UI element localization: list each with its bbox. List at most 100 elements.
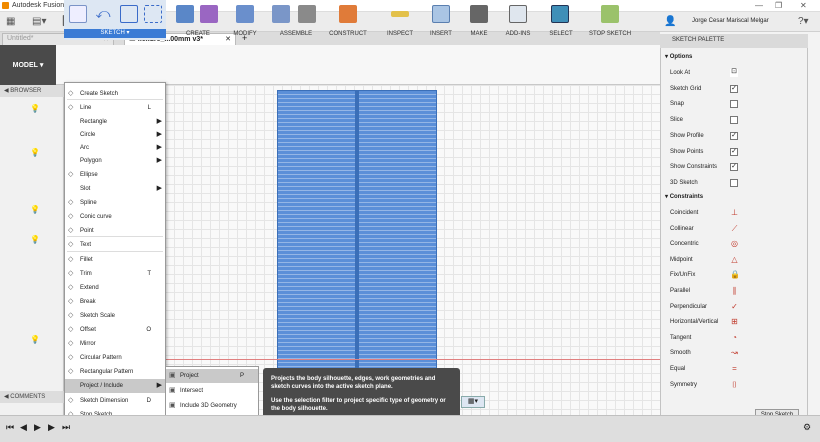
fix-unfix-constraint-icon[interactable]: 🔒: [730, 270, 740, 279]
checkbox[interactable]: ✓: [730, 131, 738, 140]
menu-item-circular-pattern[interactable]: ◇ Circular Pattern: [65, 351, 165, 365]
sketch-palette-header[interactable]: SKETCH PALETTE: [660, 34, 808, 48]
options-section-header[interactable]: ▾ Options: [665, 50, 805, 64]
menu-item-extend[interactable]: ◇ Extend: [65, 281, 165, 295]
parallel-constraint-icon[interactable]: ∥: [730, 286, 739, 295]
smooth-constraint-icon[interactable]: ↝: [730, 348, 739, 357]
submenu-item-project[interactable]: ▣ Project P: [166, 369, 258, 383]
workspace-switcher[interactable]: MODEL ▾: [0, 45, 56, 85]
form-icon[interactable]: [200, 5, 218, 23]
menu-item-circle[interactable]: Circle ▶: [65, 128, 165, 142]
menu-item-arc[interactable]: Arc ▶: [65, 141, 165, 155]
sketch-group[interactable]: ⤺ SKETCH ▾: [64, 0, 166, 40]
play-icon[interactable]: ▶: [34, 422, 41, 433]
step-back-icon[interactable]: ◀: [20, 422, 27, 433]
checkbox[interactable]: ✓: [730, 84, 738, 93]
menu-item-trim[interactable]: ◇ Trim T: [65, 267, 165, 281]
checkbox[interactable]: ✓: [730, 163, 738, 172]
step-forward-icon[interactable]: ▶: [48, 422, 55, 433]
offset-plane-icon[interactable]: [339, 5, 357, 23]
go-to-start-icon[interactable]: ⏮: [6, 422, 14, 433]
menu-item-fillet[interactable]: ◇ Fillet: [65, 253, 165, 267]
help-icon[interactable]: ?▾: [798, 15, 809, 29]
inspect-group[interactable]: INSPECT: [382, 0, 418, 40]
browser-header[interactable]: ◀ BROWSER: [0, 85, 64, 97]
look-at-icon[interactable]: ⊡: [730, 68, 738, 77]
visibility-bulb-icon[interactable]: 💡: [30, 335, 40, 344]
submenu-item-include-3d-geometry[interactable]: ▣ Include 3D Geometry: [166, 399, 258, 413]
scripts-icon[interactable]: [509, 5, 527, 23]
visibility-bulb-icon[interactable]: 💡: [30, 148, 40, 157]
menu-item-rectangle[interactable]: Rectangle ▶: [65, 115, 165, 129]
menu-item-sketch-scale[interactable]: ◇ Sketch Scale: [65, 309, 165, 323]
create-sketch-icon[interactable]: [69, 5, 87, 23]
file-menu-icon[interactable]: ▤▾: [32, 15, 46, 29]
user-icon[interactable]: 👤: [664, 15, 676, 29]
menu-item-ellipse[interactable]: ◇ Ellipse: [65, 168, 165, 182]
checkbox[interactable]: [730, 100, 738, 109]
user-name[interactable]: Jorge Cesar Mariscal Melgar: [692, 18, 769, 24]
rectangle-icon[interactable]: [120, 5, 138, 23]
checkbox[interactable]: [730, 116, 738, 125]
equal-constraint-icon[interactable]: =: [730, 364, 739, 373]
3d-print-icon[interactable]: [470, 5, 488, 23]
close-icon[interactable]: ✕: [800, 1, 807, 10]
menu-item-conic-curve[interactable]: ◇ Conic curve: [65, 210, 165, 224]
box-icon[interactable]: [176, 5, 194, 23]
menu-item-project-include[interactable]: Project / Include ▶: [65, 379, 165, 393]
menu-item-offset[interactable]: ◇ Offset O: [65, 323, 165, 337]
new-component-icon[interactable]: [272, 5, 290, 23]
menu-item-text[interactable]: ◇ Text: [65, 238, 165, 252]
line-icon[interactable]: ⤺: [94, 5, 112, 23]
modify-group[interactable]: MODIFY: [228, 0, 262, 40]
visibility-bulb-icon[interactable]: 💡: [30, 235, 40, 244]
menu-item-mirror[interactable]: ◇ Mirror: [65, 337, 165, 351]
addins-group[interactable]: ADD-INS: [500, 0, 536, 40]
assemble-group[interactable]: ASSEMBLE: [268, 0, 324, 40]
constraints-section-header[interactable]: ▾ Constraints: [665, 190, 805, 204]
sketch-menu-button[interactable]: SKETCH ▾: [64, 29, 166, 38]
comments-header[interactable]: ◀ COMMENTS: [0, 391, 64, 403]
press-pull-icon[interactable]: [236, 5, 254, 23]
maximize-icon[interactable]: ❐: [775, 1, 782, 10]
timeline-settings-icon[interactable]: ⚙: [803, 422, 811, 433]
menu-item-slot[interactable]: Slot ▶: [65, 182, 165, 196]
concentric-constraint-icon[interactable]: ◎: [730, 239, 739, 248]
insert-group[interactable]: INSERT: [426, 0, 456, 40]
joint-icon[interactable]: [298, 5, 316, 23]
menu-item-point[interactable]: ◇ Point: [65, 224, 165, 238]
menu-item-break[interactable]: ◇ Break: [65, 295, 165, 309]
stop-sketch-group[interactable]: STOP SKETCH: [584, 0, 636, 40]
checkbox[interactable]: ✓: [730, 147, 738, 156]
project-icon[interactable]: [144, 5, 162, 23]
coincident-constraint-icon[interactable]: ⊥: [730, 208, 739, 217]
select-icon[interactable]: [551, 5, 569, 23]
make-group[interactable]: MAKE: [464, 0, 494, 40]
menu-item-rectangular-pattern[interactable]: ◇ Rectangular Pattern: [65, 365, 165, 379]
menu-item-spline[interactable]: ◇ Spline: [65, 196, 165, 210]
symmetry-constraint-icon[interactable]: ⌷: [730, 380, 739, 389]
stop-sketch-flag-icon[interactable]: [601, 5, 619, 23]
midpoint-constraint-icon[interactable]: △: [730, 255, 739, 264]
checkbox[interactable]: [730, 178, 738, 187]
tangent-constraint-icon[interactable]: ◔: [730, 333, 739, 342]
visibility-bulb-icon[interactable]: 💡: [30, 104, 40, 113]
submenu-item-intersect[interactable]: ▣ Intersect: [166, 384, 258, 398]
go-to-end-icon[interactable]: ⏭: [62, 422, 70, 433]
construct-group[interactable]: CONSTRUCT: [326, 0, 370, 40]
display-settings-icon[interactable]: ▦▾: [461, 396, 485, 408]
select-group[interactable]: SELECT: [544, 0, 578, 40]
measure-icon[interactable]: [391, 11, 409, 17]
app-grid-icon[interactable]: ▦: [6, 15, 15, 29]
horizontal-vertical-constraint-icon[interactable]: ⊞: [730, 317, 739, 326]
create-group[interactable]: CREATE: [172, 0, 224, 40]
perpendicular-constraint-icon[interactable]: ✓: [730, 302, 739, 311]
collinear-constraint-icon[interactable]: ⟋: [730, 224, 739, 233]
menu-item-polygon[interactable]: Polygon ▶: [65, 154, 165, 168]
menu-item-sketch-dimension[interactable]: ◇ Sketch Dimension D: [65, 394, 165, 408]
menu-item-line[interactable]: ◇ Line L: [65, 101, 165, 115]
insert-image-icon[interactable]: [432, 5, 450, 23]
menu-item-create-sketch[interactable]: ◇ Create Sketch: [65, 87, 165, 101]
minimize-icon[interactable]: —: [755, 1, 763, 10]
visibility-bulb-icon[interactable]: 💡: [30, 205, 40, 214]
